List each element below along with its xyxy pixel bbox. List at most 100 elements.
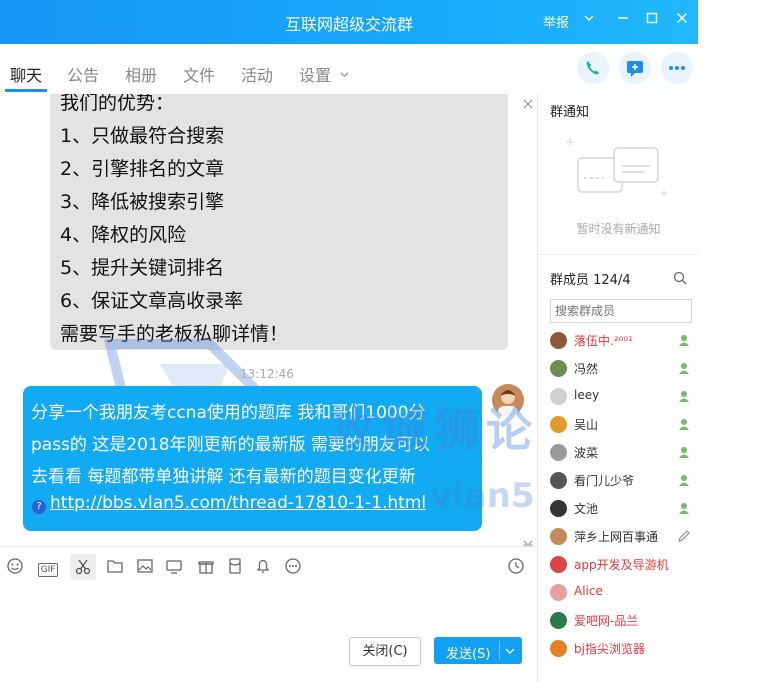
chat-message-area[interactable]: 我们的优势： 1、只做最符合搜索 2、引擎排名的文章 3、降低被搜索引擎 4、降… (0, 94, 536, 546)
sidebar-divider (538, 254, 698, 255)
member-status-icon (677, 501, 691, 515)
link-safety-icon: ? (32, 500, 46, 514)
report-button[interactable]: 举报 (543, 12, 569, 31)
member-row[interactable]: leey (550, 386, 690, 408)
screen-share-icon[interactable] (164, 557, 184, 577)
members-title: 群成员 124/4 (550, 273, 631, 288)
tab-album[interactable]: 相册 (125, 62, 157, 86)
member-name: 落伍中.²⁰⁰¹ (574, 334, 634, 348)
member-name: leey (574, 388, 600, 402)
avatar[interactable] (550, 444, 567, 461)
title-bar: 互联网超级交流群 举报 (0, 0, 698, 44)
image-icon[interactable] (135, 557, 155, 577)
message-input[interactable] (0, 586, 536, 682)
member-row[interactable]: 吴山 (550, 414, 690, 436)
avatar[interactable] (550, 416, 567, 433)
red-packet-icon[interactable] (225, 557, 245, 577)
avatar[interactable] (550, 528, 567, 545)
send-divider (499, 641, 500, 660)
member-row[interactable]: Alice (550, 582, 690, 604)
member-name: 波菜 (574, 446, 599, 460)
folder-icon[interactable] (105, 557, 125, 577)
message-link[interactable]: http://bbs.vlan5.com/thread-17810-1-1.ht… (50, 493, 426, 513)
member-row[interactable]: bj指尖浏览器 (550, 638, 690, 660)
message-line: 6、保证文章高收录率 (60, 290, 244, 312)
message-bubble-received: 我们的优势： 1、只做最符合搜索 2、引擎排名的文章 3、降低被搜索引擎 4、降… (50, 94, 508, 350)
tab-settings[interactable]: 设置 (299, 62, 331, 86)
send-button[interactable]: 发送(S) (434, 637, 522, 664)
gif-icon[interactable]: GIF (36, 557, 60, 577)
call-button[interactable] (577, 52, 609, 84)
bell-icon[interactable] (253, 557, 273, 577)
message-line: 我们的优势： (60, 94, 175, 114)
member-row[interactable]: 看门儿少爷 (550, 470, 690, 492)
message-line: 3、降低被搜索引擎 (60, 191, 225, 213)
watermark-text: 攻城狮论坛 (330, 403, 536, 457)
member-name: 爱吧网-品兰 (574, 614, 639, 628)
edit-pencil-icon[interactable] (677, 529, 691, 543)
message-button[interactable] (619, 52, 651, 84)
avatar[interactable] (550, 584, 567, 601)
member-name: 文池 (574, 502, 599, 516)
member-row[interactable]: 波菜 (550, 442, 690, 464)
more-dots-icon (669, 66, 685, 70)
watermark-url: vlan5.com (430, 476, 536, 516)
member-name: 看门儿少爷 (574, 474, 635, 488)
member-row[interactable]: 冯然 (550, 358, 690, 380)
close-message-icon[interactable] (523, 94, 533, 113)
notice-empty-text: 暂时没有新通知 (576, 222, 661, 236)
member-status-icon (677, 417, 691, 431)
close-icon[interactable] (676, 12, 688, 28)
member-row[interactable]: 文池 (550, 498, 690, 520)
send-label: 发送(S) (446, 647, 491, 662)
avatar[interactable] (550, 360, 567, 377)
message-line: 4、降权的风险 (60, 224, 187, 246)
avatar[interactable] (550, 472, 567, 489)
tab-activity[interactable]: 活动 (241, 62, 273, 86)
member-status-icon (677, 333, 691, 347)
member-name: app开发及导游机 (574, 558, 669, 572)
scissors-icon[interactable] (70, 554, 96, 580)
member-name: Alice (574, 584, 603, 598)
member-status-icon (677, 389, 691, 403)
avatar[interactable] (550, 640, 567, 657)
member-name: 萍乡上网百事通 (574, 530, 659, 544)
chevron-down-icon[interactable] (583, 12, 595, 28)
avatar[interactable] (550, 388, 567, 405)
message-line: 5、提升关键词排名 (60, 257, 225, 279)
emoji-icon[interactable] (5, 557, 25, 577)
member-name: bj指尖浏览器 (574, 642, 645, 656)
gift-icon[interactable] (196, 557, 216, 577)
close-button[interactable]: 关闭(C) (349, 637, 421, 666)
send-options-chevron-icon[interactable] (504, 645, 516, 661)
tab-chat[interactable]: 聊天 (10, 62, 42, 86)
scroll-down-icon[interactable] (522, 534, 534, 546)
message-line: 去看看 每题都带单独讲解 还有最新的题目变化更新 (31, 467, 416, 487)
member-row[interactable]: app开发及导游机 (550, 554, 690, 576)
maximize-icon[interactable] (646, 12, 658, 28)
member-name: 冯然 (574, 362, 599, 376)
more-options-icon[interactable] (283, 557, 303, 577)
history-clock-icon[interactable] (506, 557, 526, 577)
active-tab-indicator (5, 89, 47, 92)
message-line: 1、只做最符合搜索 (60, 125, 225, 147)
member-row[interactable]: 落伍中.²⁰⁰¹ (550, 330, 690, 352)
member-row[interactable]: 爱吧网-品兰 (550, 610, 690, 632)
tab-announcement[interactable]: 公告 (67, 62, 99, 86)
message-timestamp: 13:12:46 (240, 367, 294, 381)
member-search-input[interactable] (550, 299, 692, 323)
member-status-icon (677, 361, 691, 375)
member-status-icon (677, 473, 691, 487)
member-search-icon[interactable] (673, 270, 687, 289)
avatar[interactable] (550, 332, 567, 349)
tab-bar: 聊天 公告 相册 文件 活动 设置 (0, 44, 698, 94)
minimize-icon[interactable] (617, 12, 629, 28)
avatar[interactable] (550, 556, 567, 573)
more-button[interactable] (661, 52, 693, 84)
avatar[interactable] (550, 612, 567, 629)
avatar[interactable] (550, 500, 567, 517)
tab-files[interactable]: 文件 (183, 62, 215, 86)
group-sidebar: 群通知 暂时没有新通知 群成员 124/4 落伍中.²⁰⁰¹ 冯然 leey 吴山波菜… (537, 94, 698, 682)
member-row[interactable]: 萍乡上网百事通 (550, 526, 690, 548)
settings-chevron-icon[interactable] (339, 65, 350, 84)
